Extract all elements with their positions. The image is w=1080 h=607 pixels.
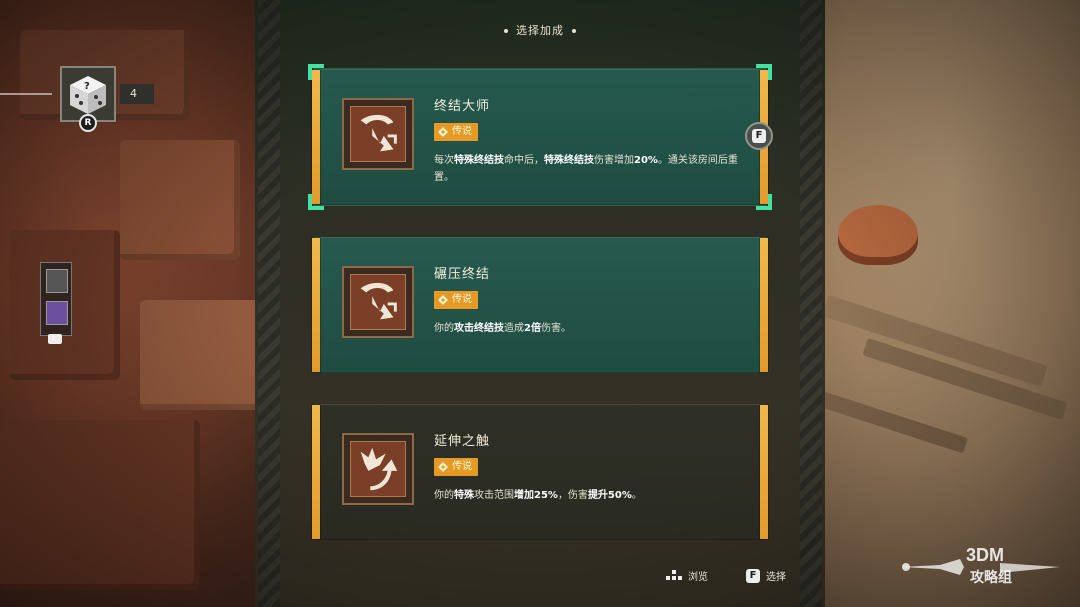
boon-title: 碾压终结 (434, 267, 491, 282)
side-panel-key-hint (48, 334, 62, 344)
boon-icon-frame (342, 266, 414, 338)
boon-description: 你的攻击终结技造成2倍伤害。 (434, 323, 571, 334)
side-slot-empty[interactable] (46, 269, 68, 293)
sickle-strike-icon (360, 114, 397, 152)
legendary-gem-icon (438, 462, 448, 472)
clay-pot-prop (838, 205, 918, 265)
hud-connector-line (0, 93, 52, 95)
side-slot-purple-item[interactable] (46, 301, 68, 325)
lattice-pillar-left (258, 0, 280, 607)
boon-card-1[interactable]: 终结大师 传说 每次特殊终结技命中后，特殊终结技伤害增加20%。通关该房间后重置… (308, 64, 772, 210)
lattice-pillar-right (800, 0, 822, 607)
svg-text:?: ? (84, 81, 90, 92)
control-hints: 浏览 F 选择 (666, 568, 786, 583)
boon-description: 每次特殊终结技命中后，特殊终结技伤害增加20%。通关该房间后重置。 (434, 155, 738, 183)
boon-description: 你的特殊攻击范围增加25%，伤害提升50%。 (434, 490, 642, 501)
select-f-prompt[interactable]: F (745, 122, 773, 150)
boon-card-3[interactable]: 延伸之触 传说 你的特殊攻击范围增加25%，伤害提升50%。 (312, 404, 768, 540)
browse-hint-label: 浏览 (688, 572, 708, 583)
watermark-subtitle: 攻略组 (970, 570, 1012, 586)
boon-icon-frame (342, 98, 414, 170)
boon-title: 延伸之触 (434, 434, 491, 449)
rarity-badge: 传说 (434, 291, 478, 309)
burst-arrow-icon (360, 447, 398, 491)
select-key-icon: F (746, 568, 760, 583)
sickle-strike-icon (360, 282, 397, 320)
reroll-key-hint: R (79, 114, 97, 132)
select-hint-label: 选择 (766, 572, 786, 583)
boon-title: 终结大师 (434, 99, 491, 114)
watermark-brand: 3DM (966, 545, 1005, 565)
boon-card-2[interactable]: 碾压终结 传说 你的攻击终结技造成2倍伤害。 (312, 237, 768, 373)
dpad-browse-icon (666, 569, 682, 580)
site-watermark: 3DM 攻略组 (900, 545, 1065, 590)
rarity-badge: 传说 (434, 458, 478, 476)
screen-title: 选择加成 (516, 24, 564, 37)
legendary-gem-icon (438, 127, 448, 137)
inventory-side-panel (40, 262, 72, 336)
legendary-gem-icon (438, 295, 448, 305)
rarity-badge: 传说 (434, 123, 478, 141)
screen-header: 选择加成 (0, 22, 1080, 38)
dice-icon: ? (70, 76, 106, 114)
boon-icon-frame (342, 433, 414, 505)
reroll-count: 4 (120, 84, 154, 104)
